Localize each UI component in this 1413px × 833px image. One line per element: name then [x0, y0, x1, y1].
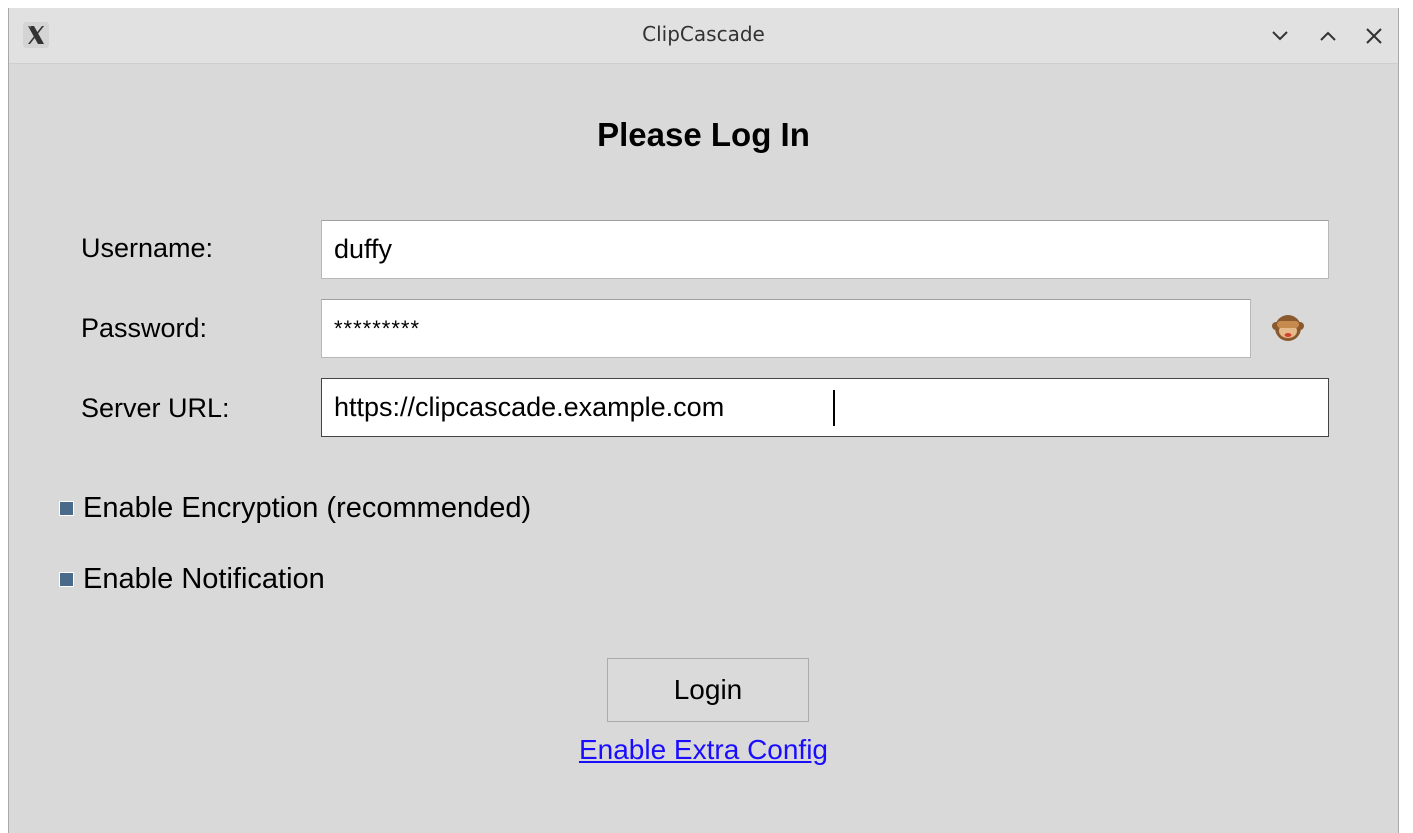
- page-title: Please Log In: [597, 116, 810, 153]
- title-bar[interactable]: ClipCascade: [9, 8, 1398, 64]
- login-button[interactable]: Login: [607, 658, 809, 722]
- server-url-label: Server URL:: [81, 393, 230, 423]
- username-field[interactable]: [321, 220, 1329, 279]
- username-label: Username:: [81, 233, 214, 263]
- encryption-checkbox-box[interactable]: [59, 501, 74, 516]
- notification-checkbox[interactable]: Enable Notification: [59, 563, 325, 596]
- minimize-icon[interactable]: [1266, 22, 1294, 50]
- maximize-icon[interactable]: [1314, 22, 1342, 50]
- password-field[interactable]: [321, 299, 1251, 358]
- see-no-evil-monkey-icon[interactable]: [1271, 309, 1305, 343]
- notification-checkbox-label: Enable Notification: [83, 563, 325, 595]
- text-cursor: [833, 390, 835, 426]
- encryption-checkbox[interactable]: Enable Encryption (recommended): [59, 492, 531, 525]
- notification-checkbox-box[interactable]: [59, 572, 74, 587]
- password-label: Password:: [81, 313, 208, 343]
- close-icon[interactable]: [1360, 22, 1388, 50]
- enable-extra-config-link[interactable]: Enable Extra Config: [9, 734, 1398, 766]
- encryption-checkbox-label: Enable Encryption (recommended): [83, 492, 532, 524]
- window-title: ClipCascade: [642, 22, 765, 46]
- app-window: ClipCascade Please Log In Username: Pass…: [8, 8, 1399, 833]
- server-url-field[interactable]: [321, 378, 1329, 437]
